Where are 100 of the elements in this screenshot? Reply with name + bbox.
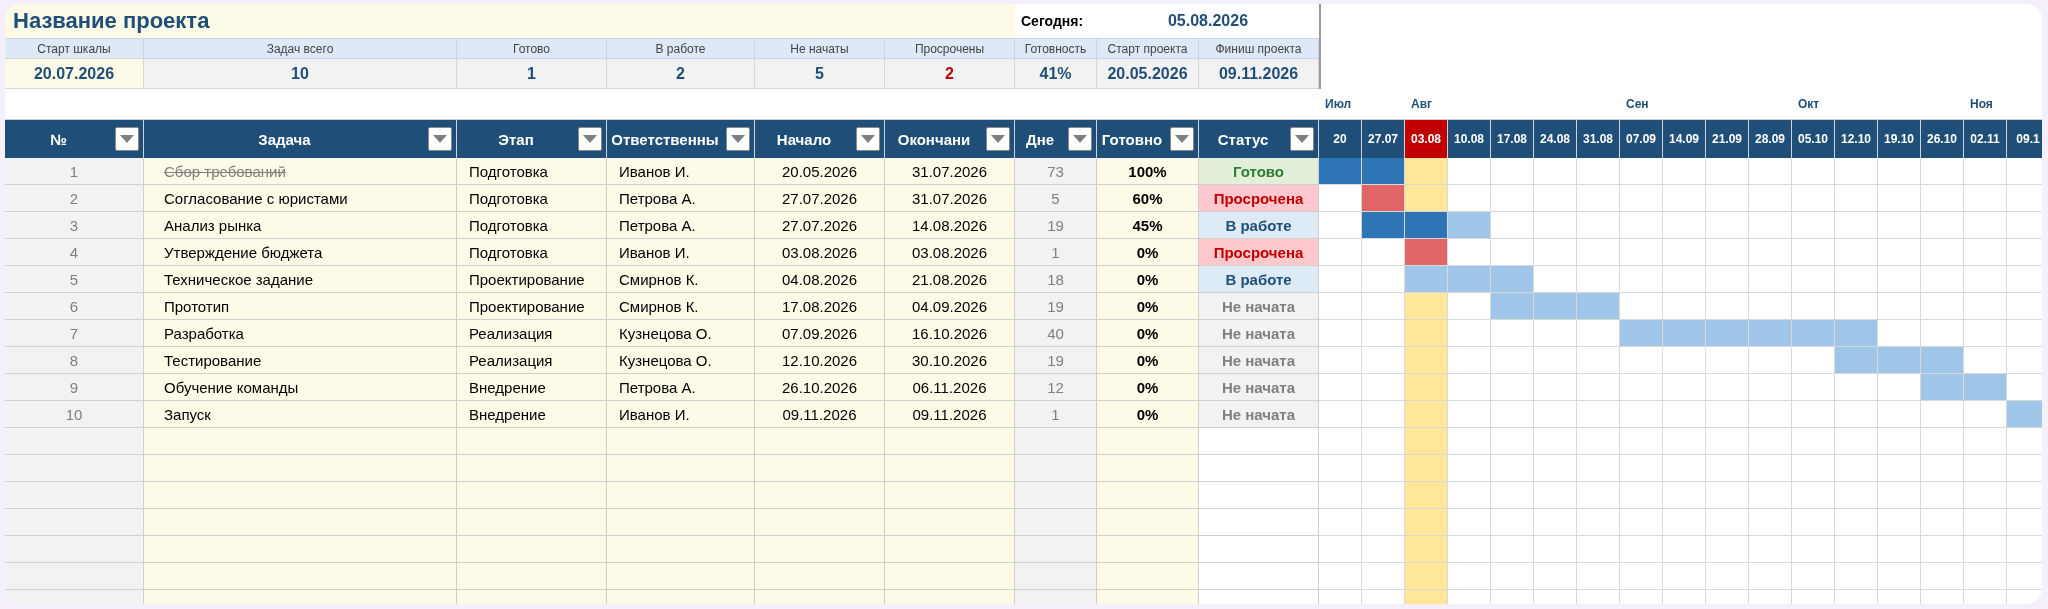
timeline-cell	[1964, 455, 2007, 482]
timeline-cell	[1835, 563, 1878, 590]
timeline-cell	[1620, 536, 1663, 563]
task-name: Разработка	[144, 320, 457, 347]
month-label: Окт	[1798, 97, 1820, 111]
task-name: Обучение команды	[144, 374, 457, 401]
status-label: Готово	[1199, 158, 1319, 185]
end-date: 30.10.2026	[885, 347, 1015, 374]
timeline-cell	[1534, 428, 1577, 455]
status-label: Не начата	[1199, 320, 1319, 347]
timeline-cell	[1706, 428, 1749, 455]
stage-name: Реализация	[457, 320, 607, 347]
week-header: 21.09	[1706, 120, 1749, 158]
column-title: Статус	[1216, 130, 1270, 148]
summary-value: 41%	[1015, 59, 1097, 89]
week-header: 19.10	[1878, 120, 1921, 158]
start-date: 27.07.2026	[755, 185, 885, 212]
timeline-cell	[1577, 455, 1620, 482]
timeline-cell	[1319, 428, 1362, 455]
row-number: 10	[5, 401, 144, 428]
column-title: Этап	[497, 130, 535, 148]
timeline-cell	[1835, 482, 1878, 509]
end-date: 16.10.2026	[885, 320, 1015, 347]
duration: 1	[1015, 239, 1097, 266]
timeline-cell	[1319, 509, 1362, 536]
timeline-cell	[1964, 536, 2007, 563]
filter-button[interactable]	[115, 127, 139, 151]
owner-name: Кузнецова О.	[607, 320, 755, 347]
status-label: Не начата	[1199, 347, 1319, 374]
timeline-cell	[1362, 509, 1405, 536]
column-title: Ответственны	[610, 130, 720, 148]
timeline-cell	[1319, 455, 1362, 482]
stage-name: Внедрение	[457, 401, 607, 428]
timeline-cell	[1964, 428, 2007, 455]
timeline-cell	[1620, 509, 1663, 536]
timeline-cell	[1448, 509, 1491, 536]
row-number: 5	[5, 266, 144, 293]
timeline-cell	[1319, 482, 1362, 509]
progress-percent: 0%	[1097, 320, 1199, 347]
week-header: 14.09	[1663, 120, 1706, 158]
timeline-cell	[1534, 563, 1577, 590]
week-header: 02.11	[1964, 120, 2007, 158]
timeline-cell	[1448, 428, 1491, 455]
summary-label: Не начаты	[755, 38, 885, 59]
summary-label: Задач всего	[144, 38, 457, 59]
summary-label: Просрочены	[885, 38, 1015, 59]
week-header: 05.10	[1792, 120, 1835, 158]
filter-button[interactable]	[578, 127, 602, 151]
summary-value: 20.07.2026	[5, 59, 144, 89]
status-label: Не начата	[1199, 293, 1319, 320]
column-title: Окончани	[896, 130, 972, 148]
timeline-cell	[1878, 455, 1921, 482]
row-number: 1	[5, 158, 144, 185]
timeline-cell	[1921, 455, 1964, 482]
timeline-cell	[1577, 482, 1620, 509]
summary-label: Финиш проекта	[1199, 38, 1319, 59]
timeline-cell	[1921, 428, 1964, 455]
timeline-cell	[1964, 563, 2007, 590]
start-date: 27.07.2026	[755, 212, 885, 239]
filter-button[interactable]	[986, 127, 1010, 151]
timeline-cell	[1620, 482, 1663, 509]
column-title: Начало	[775, 130, 833, 148]
filter-button[interactable]	[1290, 127, 1314, 151]
row-number: 8	[5, 347, 144, 374]
timeline-cell	[1835, 509, 1878, 536]
task-name: Техническое задание	[144, 266, 457, 293]
summary-value: 2	[885, 59, 1015, 89]
timeline-cell	[1878, 428, 1921, 455]
duration: 19	[1015, 293, 1097, 320]
status-label: В работе	[1199, 266, 1319, 293]
stage-name: Подготовка	[457, 185, 607, 212]
timeline-cell	[1620, 455, 1663, 482]
timeline-cell	[1577, 563, 1620, 590]
filter-button[interactable]	[856, 127, 880, 151]
progress-percent: 45%	[1097, 212, 1199, 239]
duration: 5	[1015, 185, 1097, 212]
task-name: Согласование с юристами	[144, 185, 457, 212]
owner-name: Кузнецова О.	[607, 347, 755, 374]
month-label: Июл	[1325, 97, 1352, 111]
timeline-cell	[1749, 536, 1792, 563]
task-name: Анализ рынка	[144, 212, 457, 239]
timeline-cell	[1706, 536, 1749, 563]
timeline-cell	[1921, 509, 1964, 536]
filter-button[interactable]	[1170, 127, 1194, 151]
timeline-cell	[1319, 563, 1362, 590]
timeline-cell	[1792, 563, 1835, 590]
filter-button[interactable]	[726, 127, 750, 151]
owner-name: Смирнов К.	[607, 293, 755, 320]
timeline-cell	[1663, 428, 1706, 455]
timeline-cell	[1749, 428, 1792, 455]
summary-value: 09.11.2026	[1199, 59, 1319, 89]
filter-button[interactable]	[1068, 127, 1092, 151]
timeline-cell	[1964, 482, 2007, 509]
caret-icon	[433, 135, 447, 143]
timeline-cell	[1835, 428, 1878, 455]
progress-percent: 0%	[1097, 401, 1199, 428]
filter-button[interactable]	[428, 127, 452, 151]
timeline-cell	[1878, 482, 1921, 509]
caret-icon	[1295, 135, 1309, 143]
week-header: 28.09	[1749, 120, 1792, 158]
